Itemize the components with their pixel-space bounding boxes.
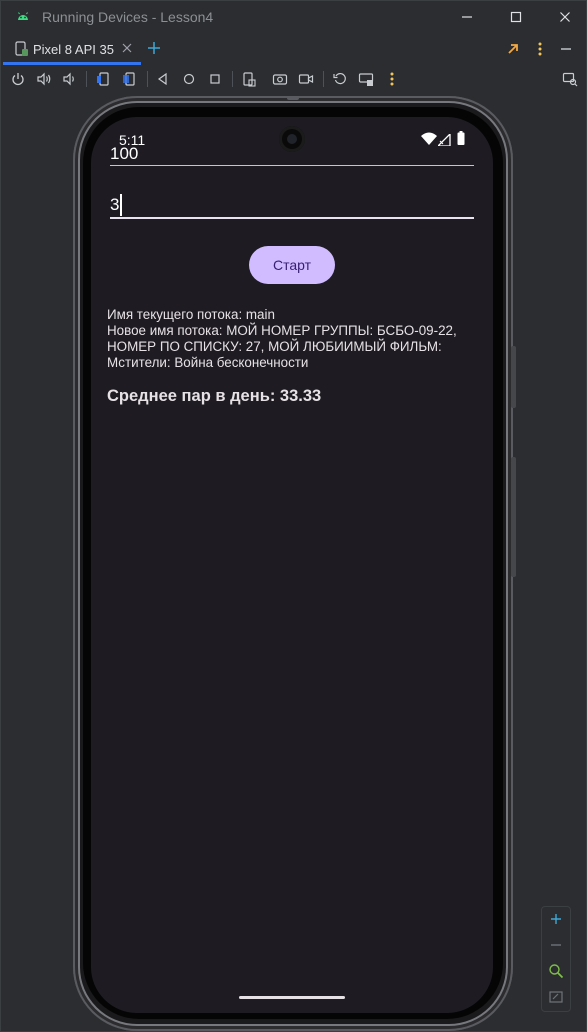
home-icon[interactable]: [180, 70, 198, 88]
tab-pixel-8[interactable]: Pixel 8 API 35: [1, 33, 143, 65]
power-side-button[interactable]: [511, 346, 516, 408]
thread-info-value: Имя текущего потока: main Новое имя пото…: [107, 307, 457, 370]
mirror-icon[interactable]: [561, 70, 579, 88]
toolbar-separator: [147, 71, 148, 87]
zoom-fit-icon[interactable]: [547, 988, 565, 1006]
more-icon[interactable]: [383, 70, 401, 88]
volume-down-icon[interactable]: [60, 70, 78, 88]
zoom-out-icon[interactable]: [547, 936, 565, 954]
days-input-field[interactable]: 3: [110, 193, 474, 219]
maximize-button[interactable]: [490, 1, 542, 33]
volume-up-icon[interactable]: [35, 70, 53, 88]
zoom-actual-size-icon[interactable]: [547, 962, 565, 980]
toolbar-separator: [323, 71, 324, 87]
window-title: Running Devices - Lesson4: [42, 9, 214, 25]
add-tab-icon[interactable]: [147, 41, 161, 60]
start-button[interactable]: Старт: [249, 246, 335, 284]
toolbar-separator: [86, 71, 87, 87]
number-input-field[interactable]: 100: [110, 143, 474, 167]
hide-panel-icon[interactable]: [559, 42, 573, 61]
thread-info-text: Имя текущего потока: main Новое имя пото…: [107, 307, 477, 371]
reset-icon[interactable]: [331, 70, 349, 88]
screenshot-file-icon[interactable]: [240, 70, 258, 88]
average-pairs-text: Среднее пар в день: 33.33: [107, 387, 322, 405]
running-devices-window: Running Devices - Lesson4 Pixel 8 API 35: [0, 0, 587, 1032]
device-icon: [15, 41, 29, 62]
open-external-icon[interactable]: [506, 42, 520, 61]
number-input-value: 100: [110, 144, 139, 163]
input-underline-focused: [110, 217, 474, 219]
tab-bar: Pixel 8 API 35: [1, 33, 586, 65]
power-icon[interactable]: [9, 70, 27, 88]
tab-label: Pixel 8 API 35: [33, 42, 114, 57]
keyboard-icon[interactable]: [357, 70, 375, 88]
input-underline: [110, 165, 474, 166]
home-gesture-bar[interactable]: [239, 996, 345, 999]
back-icon[interactable]: [154, 70, 172, 88]
camera-icon[interactable]: [271, 70, 289, 88]
rotate-left-icon[interactable]: [95, 70, 113, 88]
zoom-panel: [541, 906, 571, 1012]
device-toolbar: [1, 65, 586, 94]
android-icon: [15, 9, 31, 25]
title-bar: Running Devices - Lesson4: [1, 1, 586, 33]
overview-icon[interactable]: [206, 70, 224, 88]
days-input-value: 3: [110, 195, 120, 214]
device-screen[interactable]: 5:11 100 3 Старт Имя текущего потока: ma…: [91, 117, 493, 1013]
text-cursor: [120, 194, 122, 216]
top-mic-slot: [287, 96, 299, 100]
zoom-in-icon[interactable]: [547, 910, 565, 928]
volume-side-button[interactable]: [511, 457, 516, 577]
tab-options-icon[interactable]: [533, 41, 547, 62]
close-tab-icon[interactable]: [121, 41, 133, 60]
screen-record-icon[interactable]: [297, 70, 315, 88]
minimize-button[interactable]: [441, 1, 493, 33]
rotate-right-icon[interactable]: [121, 70, 139, 88]
toolbar-separator: [232, 71, 233, 87]
close-window-button[interactable]: [539, 1, 586, 33]
